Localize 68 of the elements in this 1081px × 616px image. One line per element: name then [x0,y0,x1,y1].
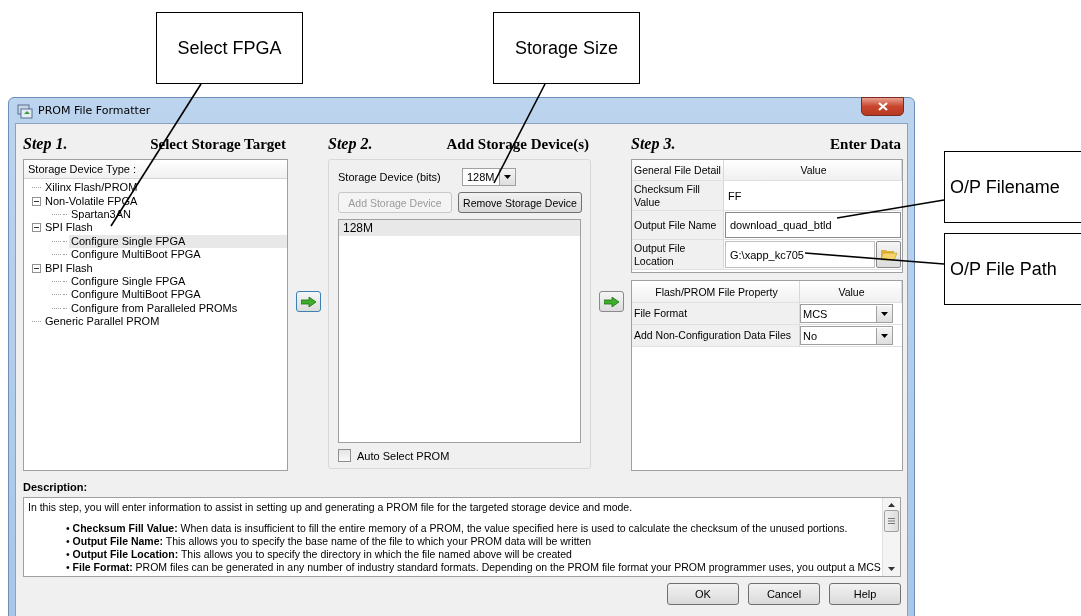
bullet-text: • Checksum Fill Value: When data is insufficient to fill the entire memory of a PROM, the value specified here is used to calculate the checksum of the unused portions. [66,522,849,535]
close-button[interactable] [861,97,904,116]
tree-item[interactable]: Configure MultiBoot FPGA [69,248,203,262]
callout-label: Select FPGA [156,12,303,84]
field-label: Storage Device (bits) [338,171,442,183]
bullet-text: • Output File Name: This allows you to specify the base name of the file to which your PROM data will be written [66,535,593,548]
scroll-up-icon[interactable] [888,503,895,507]
callout-label: O/P Filename [944,151,1081,223]
checkbox-label: Auto Select PROM [357,449,450,462]
row-label: Output File Location [632,240,724,269]
column-header: Flash/PROM File Property [632,281,800,302]
tree-item[interactable]: SPI Flash [43,221,95,235]
description-text: In this step, you will enter information to assist in setting up and generating a PROM file for the targeted storage device and mode. [28,501,634,514]
row-label: Add Non-Configuration Data Files [632,325,800,346]
minus-icon [34,200,39,202]
collapse-toggle[interactable] [32,196,41,206]
column-header: Value [724,160,902,180]
dialog-button[interactable]: Help [829,583,901,605]
step-label: Step 3. [631,135,676,153]
collapse-toggle[interactable] [32,263,41,273]
description-label: Description: [23,481,89,493]
value-dropdown[interactable]: MCS [800,304,893,323]
minus-icon [34,267,39,269]
callout-label: Storage Size [493,12,640,84]
scroll-thumb[interactable] [884,510,899,532]
folder-icon [880,248,897,261]
tree-item[interactable]: BPI Flash [43,261,95,275]
checkbox[interactable] [338,449,351,462]
bullet-text: • Output File Location: This allows you to specify the directory in which the file named above will be created [66,548,573,561]
collapse-toggle[interactable] [32,223,41,233]
app-icon [17,102,33,119]
row-label: File Format [632,303,800,324]
scrollbar[interactable] [882,498,900,576]
device-button[interactable]: Remove Storage Device [458,192,582,213]
size-dropdown[interactable]: 128M [462,168,516,186]
caret-icon [504,175,511,179]
input-field[interactable]: download_quad_btld [725,212,901,238]
scroll-down-icon[interactable] [888,567,895,571]
grip-icon [888,518,895,524]
column-header: General File Detail [632,160,724,180]
caret-icon [881,333,888,338]
step-title: Enter Data [830,135,901,153]
step-label: Step 2. [328,135,373,153]
browse-button[interactable] [876,241,901,268]
dialog-button[interactable]: OK [667,583,739,605]
value-dropdown[interactable]: No [800,326,893,345]
arrow-right-icon [603,296,619,307]
window-title: PROM File Formatter [38,104,151,117]
next-step-button[interactable] [598,291,624,312]
tree-item[interactable]: Configure from Paralleled PROMs [69,301,240,315]
tree-item[interactable]: Configure Single FPGA [69,234,287,248]
minus-icon [34,227,39,229]
row-label: Checksum Fill Value [632,181,724,210]
step-label: Step 1. [23,135,68,153]
callout-label: O/P File Path [944,233,1081,305]
close-icon [877,102,888,111]
next-step-button[interactable] [295,291,321,312]
dialog-button[interactable]: Cancel [748,583,820,605]
list-item[interactable]: 128M [339,220,580,236]
caret-icon [881,311,888,316]
tree-item[interactable]: Generic Parallel PROM [43,315,162,329]
column-header: Value [800,281,902,302]
table-cell-text: FF [727,188,743,204]
tree-item[interactable]: Configure Single FPGA [69,274,188,288]
arrow-right-icon [300,296,316,307]
tree-item[interactable]: Configure MultiBoot FPGA [69,288,203,302]
input-field[interactable]: G:\xapp_kc705 [725,241,875,268]
row-label: Output File Name [632,211,724,239]
